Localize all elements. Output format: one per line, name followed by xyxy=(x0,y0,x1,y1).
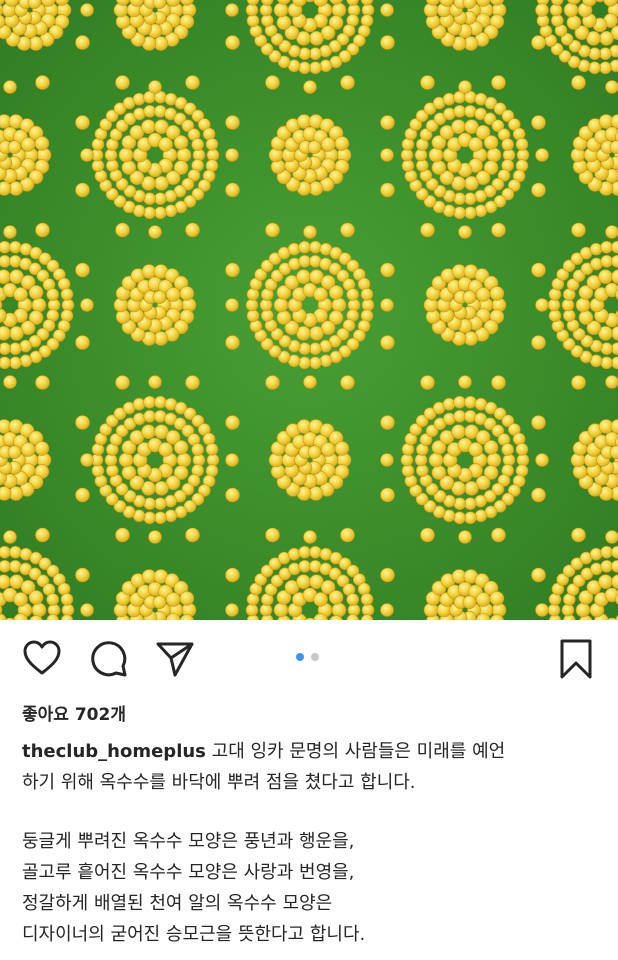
send-icon[interactable] xyxy=(155,640,195,678)
carousel-dot-active xyxy=(296,653,304,661)
paragraph-line-3: 정갈하게 배열된 천여 알의 옥수수 모양은 xyxy=(22,893,333,914)
likes-count[interactable]: 좋아요 702개 xyxy=(22,700,126,725)
heart-icon[interactable] xyxy=(22,640,62,676)
paragraph-line-1: 둥글게 뿌려진 옥수수 모양은 풍년과 행운을, xyxy=(22,831,355,852)
bookmark-icon[interactable] xyxy=(558,638,594,680)
caption-line-2: 하기 위해 옥수수를 바닥에 뿌려 점을 쳤다고 합니다. xyxy=(22,772,416,793)
paragraph-line-4: 디자이너의 굳어진 승모근을 뜻한다고 합니다. xyxy=(22,924,366,945)
post-caption: theclub_homeplus 고대 잉카 문명의 사람들은 미래를 예언 하… xyxy=(22,736,602,950)
action-bar xyxy=(0,620,618,692)
comment-icon[interactable] xyxy=(90,640,128,678)
paragraph-line-2: 골고루 흩어진 옥수수 모양은 사랑과 번영을, xyxy=(22,862,355,883)
username-link[interactable]: theclub_homeplus xyxy=(22,741,206,762)
corn-kernel-pattern xyxy=(0,0,618,620)
carousel-dot xyxy=(311,653,319,661)
caption-line-1: 고대 잉카 문명의 사람들은 미래를 예언 xyxy=(211,741,506,762)
post-image[interactable] xyxy=(0,0,618,620)
